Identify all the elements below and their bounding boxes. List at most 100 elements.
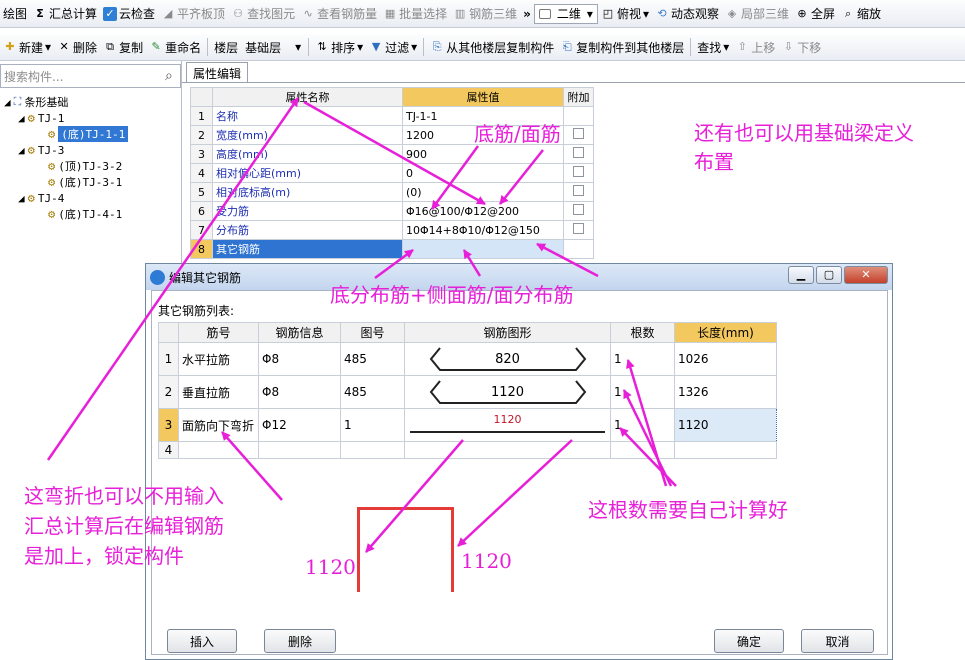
draw-button[interactable]: 绘图 [0, 3, 30, 25]
find-button[interactable]: 查找 ▾ [694, 36, 732, 58]
cloud-check-button[interactable]: ✓ 云检查 [100, 3, 158, 25]
table-row[interactable]: 4 相对偏心距(mm) 0 [190, 163, 594, 183]
table-row[interactable]: 6 受力筋 Φ16@100/Φ12@200 [190, 201, 594, 221]
fig-no-cell[interactable]: 485 [340, 342, 405, 376]
tree-node[interactable]: ⚙ (底)TJ-4-1 [4, 206, 128, 222]
new-button[interactable]: ✚ 新建 ▾ [0, 36, 54, 58]
tree-node[interactable]: ⚙ (顶)TJ-3-2 [4, 158, 128, 174]
header-attr-name[interactable]: 属性名称 [212, 87, 403, 107]
view-rebar-qty-button[interactable]: ∿ 查看钢筋量 [298, 3, 380, 25]
length-cell[interactable] [674, 441, 777, 459]
info-cell[interactable]: Φ8 [258, 375, 341, 409]
attr-value[interactable]: 10Φ14+8Φ10/Φ12@150 [402, 220, 564, 240]
more-button[interactable]: » [520, 3, 534, 25]
figure-cell[interactable]: 1120 [404, 408, 611, 442]
rename-button[interactable]: ✎ 重命名 [146, 36, 204, 58]
extra-checkbox[interactable] [573, 204, 584, 215]
tree-node[interactable]: ◢ ⚙ TJ-3 [4, 142, 128, 158]
table-row[interactable]: 3 高度(mm) 900 [190, 144, 594, 164]
tree-node-selected[interactable]: ⚙ (底)TJ-1-1 [4, 126, 129, 142]
sum-calc-button[interactable]: Σ 汇总计算 [30, 3, 100, 25]
table-row-active[interactable]: 3 面筋向下弯折 Φ12 1 1120 1 1120 [158, 408, 777, 442]
batch-select-button[interactable]: ▦ 批量选择 [380, 3, 450, 25]
bar-no-cell[interactable]: 面筋向下弯折 [178, 408, 259, 442]
attr-value[interactable]: Φ16@100/Φ12@200 [402, 201, 564, 221]
top-view-button[interactable]: ◰ 俯视 ▾ [598, 3, 652, 25]
info-cell[interactable]: Φ8 [258, 342, 341, 376]
local-3d-button[interactable]: ◈ 局部三维 [722, 3, 792, 25]
info-cell[interactable] [258, 441, 341, 459]
collapse-icon[interactable]: ◢ [4, 96, 11, 109]
table-row[interactable]: 2 垂直拉筋 Φ8 485 1120 1 1326 [158, 375, 777, 409]
attr-value[interactable] [402, 239, 564, 259]
rebar-3d-button[interactable]: ▥ 钢筋三维 [450, 3, 520, 25]
extra-checkbox[interactable] [573, 147, 584, 158]
copy-button[interactable]: ⧉ 复制 [100, 36, 146, 58]
figure-cell[interactable]: 1120 [404, 375, 611, 409]
table-row[interactable]: 1 水平拉筋 Φ8 485 820 1 1026 [158, 342, 777, 376]
extra-checkbox[interactable] [573, 128, 584, 139]
delete-button[interactable]: ✕ 删除 [54, 36, 100, 58]
dynamic-view-button[interactable]: ⟲ 动态观察 [652, 3, 722, 25]
copy-to-floor-button[interactable]: ⎗ 复制构件到其他楼层 [557, 36, 687, 58]
search-icon[interactable]: ⌕ [162, 68, 180, 84]
info-cell[interactable]: Φ12 [258, 408, 341, 442]
count-cell[interactable]: 1 [610, 342, 675, 376]
header-count[interactable]: 根数 [610, 322, 675, 343]
bar-no-cell[interactable]: 垂直拉筋 [178, 375, 259, 409]
minimize-icon[interactable]: ▁ [788, 266, 814, 284]
maximize-icon[interactable]: ▢ [816, 266, 842, 284]
count-cell[interactable] [610, 441, 675, 459]
zoom-button[interactable]: ⌕ 缩放 [838, 3, 884, 25]
fig-no-cell[interactable]: 1 [340, 408, 405, 442]
extra-checkbox[interactable] [573, 223, 584, 234]
header-info[interactable]: 钢筋信息 [258, 322, 341, 343]
header-figure[interactable]: 钢筋图形 [404, 322, 611, 343]
close-icon[interactable]: ✕ [844, 266, 888, 284]
insert-button[interactable]: 插入 [167, 629, 237, 653]
table-row[interactable]: 5 相对底标高(m) (0) [190, 182, 594, 202]
table-row-selected[interactable]: 8 其它钢筋 [190, 239, 594, 259]
filter-button[interactable]: ▼ 过滤 ▾ [366, 36, 420, 58]
tree-node[interactable]: ◢ ⚙ TJ-4 [4, 190, 128, 206]
header-length[interactable]: 长度(mm) [674, 322, 777, 343]
count-cell[interactable]: 1 [610, 375, 675, 409]
search-input[interactable]: 搜索构件... [1, 68, 162, 85]
sort-button[interactable]: ⇅ 排序 ▾ [312, 36, 366, 58]
tree-root[interactable]: ◢ ⛶ 条形基础 [4, 94, 128, 110]
full-screen-button[interactable]: ⊕ 全屏 [792, 3, 838, 25]
length-cell-selected[interactable]: 1120 [674, 408, 777, 442]
ok-button[interactable]: 确定 [714, 629, 784, 653]
attr-value[interactable]: 0 [402, 163, 564, 183]
flat-slab-top-button[interactable]: ◢ 平齐板顶 [158, 3, 228, 25]
bar-no-cell[interactable]: 水平拉筋 [178, 342, 259, 376]
length-cell[interactable]: 1026 [674, 342, 777, 376]
tree-node[interactable]: ◢ ⚙ TJ-1 [4, 110, 128, 126]
tree-node[interactable]: ⚙ (底)TJ-3-1 [4, 174, 128, 190]
length-cell[interactable]: 1326 [674, 375, 777, 409]
collapse-icon[interactable]: ◢ [18, 112, 25, 125]
fig-no-cell[interactable]: 485 [340, 375, 405, 409]
table-row-empty[interactable]: 4 [158, 441, 777, 459]
count-cell[interactable]: 1 [610, 408, 675, 442]
collapse-icon[interactable]: ◢ [18, 144, 25, 157]
header-bar-no[interactable]: 筋号 [178, 322, 259, 343]
figure-cell[interactable]: 820 [404, 342, 611, 376]
cancel-button[interactable]: 取消 [801, 629, 874, 653]
delete-row-button[interactable]: 删除 [264, 629, 336, 653]
figure-cell[interactable] [404, 441, 611, 459]
copy-from-floor-button[interactable]: ⎘ 从其他楼层复制构件 [427, 36, 557, 58]
tab-attr-edit[interactable]: 属性编辑 [186, 62, 248, 83]
collapse-icon[interactable]: ◢ [18, 192, 25, 205]
find-element-button[interactable]: ⚇ 查找图元 [228, 3, 298, 25]
component-search[interactable]: 搜索构件... ⌕ [0, 64, 181, 88]
fig-no-cell[interactable] [340, 441, 405, 459]
header-extra[interactable]: 附加 [563, 87, 594, 107]
floor-select[interactable]: 基础层 ▾ [241, 37, 305, 57]
extra-checkbox[interactable] [573, 166, 584, 177]
bar-no-cell[interactable] [178, 441, 259, 459]
header-fig-no[interactable]: 图号 [340, 322, 405, 343]
move-up-button[interactable]: ⇧ 上移 [732, 36, 778, 58]
view-mode-select[interactable]: 二维 ▾ [533, 3, 598, 24]
move-down-button[interactable]: ⇩ 下移 [778, 36, 824, 58]
